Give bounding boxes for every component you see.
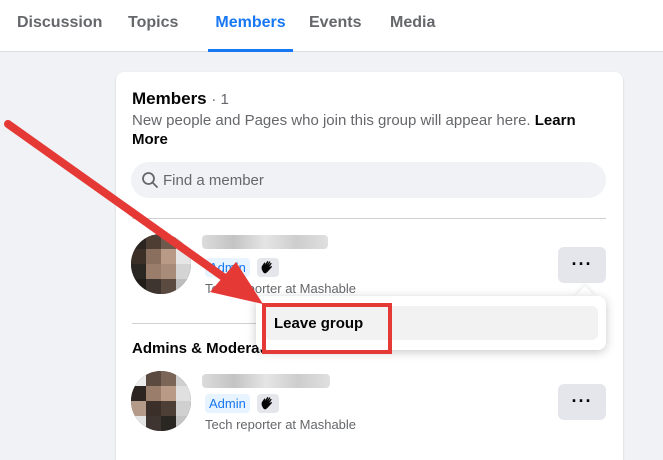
hand-wave-icon xyxy=(261,397,272,410)
hand-wave-icon xyxy=(261,261,272,274)
member-search[interactable] xyxy=(131,162,606,198)
admin-subtitle: Tech reporter at Mashable xyxy=(205,417,357,432)
member-name-redacted[interactable] xyxy=(202,235,328,249)
admin-badge: Admin xyxy=(205,258,250,277)
admins-section-title: Admins & Moderators xyxy=(132,340,266,357)
avatar[interactable] xyxy=(131,371,191,431)
admin-more-button[interactable]: ··· xyxy=(558,384,606,420)
wave-badge[interactable] xyxy=(257,258,279,277)
wave-badge[interactable] xyxy=(257,394,279,413)
member-search-input[interactable] xyxy=(163,162,593,198)
group-tab-bar: Discussion Topics Members Events Media xyxy=(0,0,663,52)
members-heading: Members · 1 xyxy=(132,89,229,109)
member-more-button[interactable]: ··· xyxy=(558,247,606,283)
members-count: · 1 xyxy=(211,91,229,108)
leave-group-label: Leave group xyxy=(274,315,364,332)
divider xyxy=(132,218,606,219)
tab-events[interactable]: Events xyxy=(309,0,361,52)
tab-members[interactable]: Members xyxy=(208,0,293,52)
admin-name-redacted[interactable] xyxy=(202,374,330,388)
members-description: New people and Pages who join this group… xyxy=(132,111,602,149)
members-title: Members xyxy=(132,89,207,108)
more-horizontal-icon: ··· xyxy=(571,254,593,274)
leave-group-menu-item[interactable]: Leave group xyxy=(264,306,598,340)
member-subtitle: Tech reporter at Mashable xyxy=(205,281,357,296)
search-icon xyxy=(142,172,158,188)
members-description-text: New people and Pages who join this group… xyxy=(132,112,531,129)
tab-discussion[interactable]: Discussion xyxy=(17,0,102,52)
admin-badge: Admin xyxy=(205,394,250,413)
tab-media[interactable]: Media xyxy=(390,0,435,52)
members-card: Members · 1 New people and Pages who joi… xyxy=(116,72,623,460)
divider xyxy=(132,323,270,324)
member-context-menu: Leave group xyxy=(256,296,606,350)
avatar[interactable] xyxy=(131,234,191,294)
more-horizontal-icon: ··· xyxy=(571,391,593,411)
tab-topics[interactable]: Topics xyxy=(128,0,178,52)
